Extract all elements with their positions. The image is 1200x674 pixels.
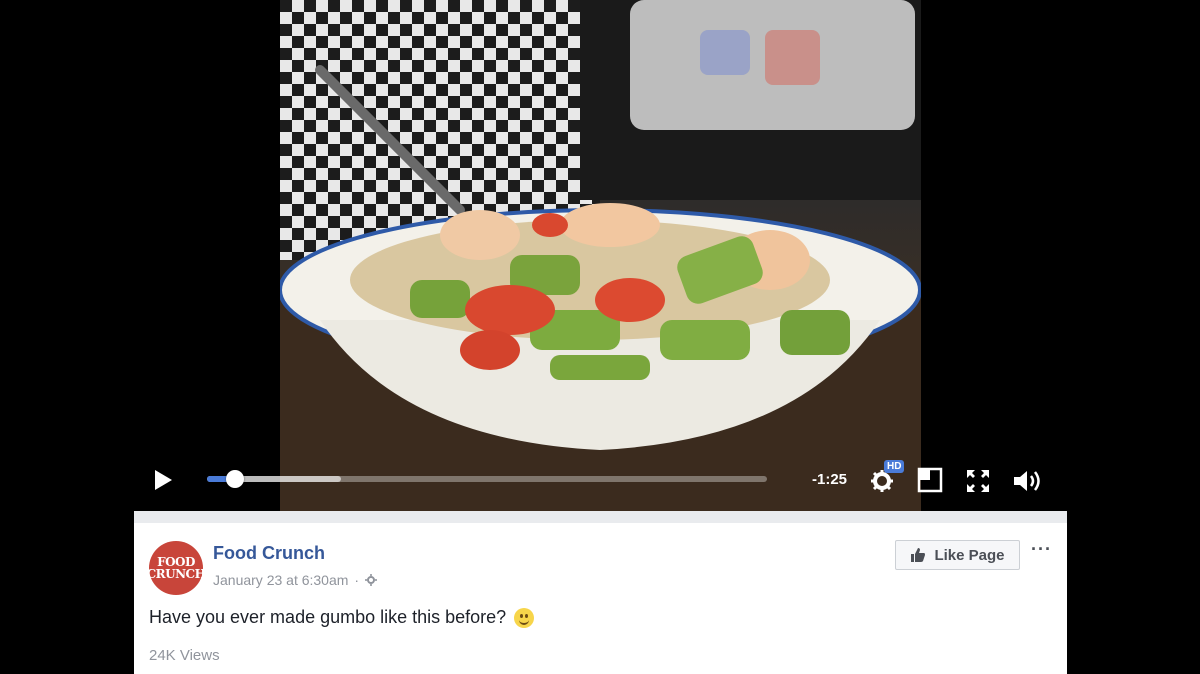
video-thumbnail bbox=[280, 0, 921, 511]
play-icon bbox=[155, 470, 172, 490]
gear-icon[interactable] bbox=[365, 574, 378, 586]
hd-badge: HD bbox=[884, 460, 905, 473]
meta-separator: · bbox=[354, 572, 360, 588]
avatar[interactable]: FOOD CRUNCH bbox=[146, 541, 206, 595]
like-page-label: Like Page bbox=[934, 546, 1005, 564]
fullscreen-icon bbox=[967, 470, 989, 492]
play-button[interactable] bbox=[150, 467, 176, 493]
thumbs-up-icon bbox=[911, 548, 926, 562]
video-player[interactable]: -1:25 HD bbox=[134, 0, 1067, 511]
page-name-link[interactable]: Food Crunch bbox=[213, 543, 325, 564]
smile-emoji-icon bbox=[514, 607, 535, 628]
video-controls: -1:25 HD bbox=[134, 455, 1067, 505]
time-remaining: -1:25 bbox=[812, 471, 848, 488]
view-count: 24K Views bbox=[149, 647, 220, 664]
card-divider bbox=[134, 511, 1067, 523]
picture-in-picture-icon bbox=[917, 467, 943, 493]
video-frame[interactable] bbox=[280, 0, 921, 511]
post-card: FOOD CRUNCH Food Crunch January 23 at 6:… bbox=[134, 511, 1067, 674]
post-text: Have you ever made gumbo like this befor… bbox=[149, 607, 535, 628]
post-message: Have you ever made gumbo like this befor… bbox=[149, 607, 507, 627]
more-options-button[interactable]: ··· bbox=[1031, 539, 1052, 560]
avatar-line2: CRUNCH bbox=[146, 567, 206, 581]
fullscreen-button[interactable] bbox=[964, 467, 992, 495]
pip-button[interactable] bbox=[917, 467, 943, 493]
like-page-button[interactable]: Like Page bbox=[895, 540, 1020, 570]
scrubber-handle[interactable] bbox=[226, 470, 244, 488]
volume-button[interactable] bbox=[1012, 467, 1044, 495]
post-timestamp[interactable]: January 23 at 6:30am bbox=[213, 572, 348, 588]
volume-icon bbox=[1014, 471, 1040, 491]
post-meta: January 23 at 6:30am · bbox=[213, 572, 378, 588]
progress-bar[interactable] bbox=[207, 470, 767, 488]
